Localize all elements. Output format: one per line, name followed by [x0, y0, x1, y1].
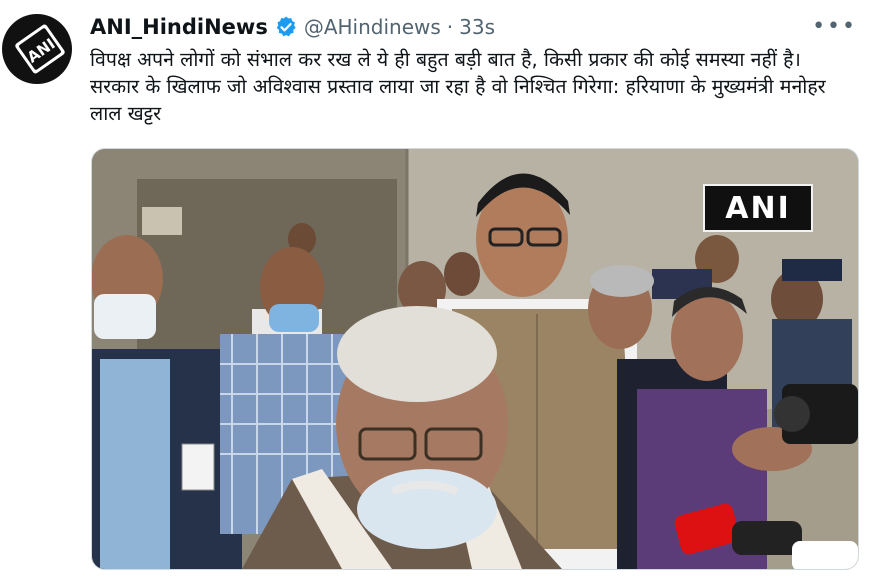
author-handle[interactable]: @AHindinews [304, 15, 441, 39]
ani-logo-icon: ANI [15, 24, 65, 74]
watermark-text: ANI [725, 190, 791, 226]
verified-badge-icon [276, 16, 296, 37]
tweet-media-photo[interactable]: ANI [91, 148, 859, 570]
tweet-text: विपक्ष अपने लोगों को संभाल कर रख ले ये ह… [90, 48, 826, 125]
tweet-timestamp[interactable]: 33s [459, 15, 495, 39]
more-options-icon[interactable]: ••• [812, 14, 857, 39]
author-avatar[interactable]: ANI [2, 14, 72, 84]
tweet-header: ANI_HindiNews @AHindinews · 33s [90, 12, 495, 42]
ani-watermark: ANI [703, 184, 813, 232]
header-separator: · [446, 15, 454, 39]
author-name[interactable]: ANI_HindiNews [90, 15, 268, 39]
